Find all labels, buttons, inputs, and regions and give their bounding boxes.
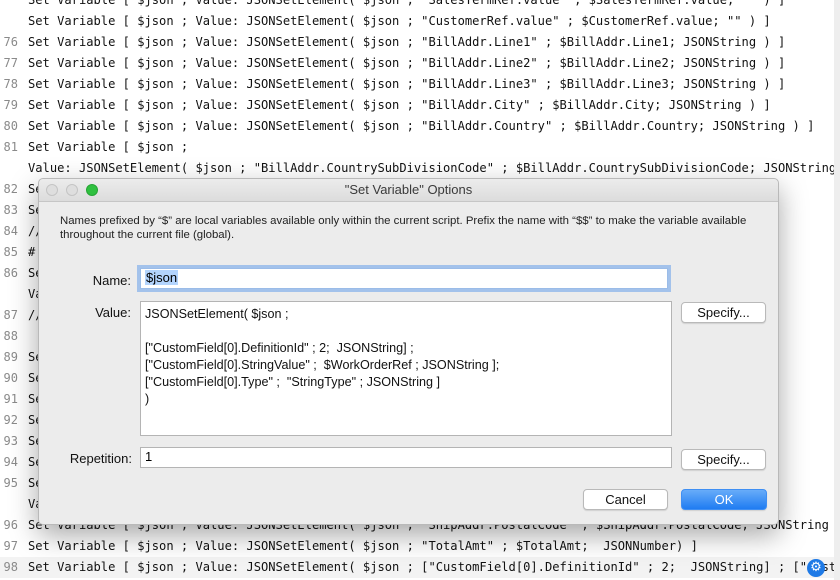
name-field[interactable]: $json (140, 268, 668, 289)
line-number: 83 (3, 203, 18, 217)
script-line[interactable]: 81 Set Variable [ $json ; (0, 137, 840, 158)
cancel-button[interactable]: Cancel (583, 489, 668, 510)
line-number: 90 (3, 371, 18, 385)
script-line[interactable]: 80 Set Variable [ $json ; Value: JSONSetE… (0, 116, 840, 137)
line-text: Set Variable [ $json ; Value: JSONSetEle… (28, 560, 840, 574)
line-number: 93 (3, 434, 18, 448)
line-number: 77 (3, 56, 18, 70)
line-text: Set Variable [ $json ; Value: JSONSetEle… (28, 119, 815, 133)
line-text: Set Variable [ $json ; Value: JSONSetEle… (28, 14, 771, 28)
line-number: 79 (3, 98, 18, 112)
script-line[interactable]: 97 Set Variable [ $json ; Value: JSONSetE… (0, 536, 840, 557)
line-number: 94 (3, 455, 18, 469)
line-number: 78 (3, 77, 18, 91)
line-text: Set Variable [ $json ; Value: JSONSetEle… (28, 77, 786, 91)
line-number: 81 (3, 140, 18, 154)
line-number: 85 (3, 245, 18, 259)
dialog-titlebar: "Set Variable" Options (39, 179, 778, 202)
script-line[interactable]: 78 Set Variable [ $json ; Value: JSONSetE… (0, 74, 840, 95)
line-number: 88 (3, 329, 18, 343)
script-line[interactable]: 76 Set Variable [ $json ; Value: JSONSetE… (0, 32, 840, 53)
line-text: Set Variable [ $json ; (28, 140, 189, 154)
script-line[interactable]: 77 Set Variable [ $json ; Value: JSONSetE… (0, 53, 840, 74)
line-text: Set Variable [ $json ; Value: JSONSetEle… (28, 0, 786, 7)
line-number: 82 (3, 182, 18, 196)
line-text: Set Variable [ $json ; Value: JSONSetEle… (28, 35, 786, 49)
script-line[interactable]: Value: JSONSetElement( $json ; "BillAddr… (0, 158, 840, 179)
line-number: 97 (3, 539, 18, 553)
value-textarea[interactable]: JSONSetElement( $json ; ["CustomField[0]… (140, 301, 672, 436)
line-number: 89 (3, 350, 18, 364)
name-label: Name: (92, 273, 131, 288)
line-number: 92 (3, 413, 18, 427)
dialog-title: "Set Variable" Options (344, 182, 473, 197)
line-text: Set Variable [ $json ; Value: JSONSetEle… (28, 56, 786, 70)
script-line[interactable]: 79 Set Variable [ $json ; Value: JSONSetE… (0, 95, 840, 116)
script-line[interactable]: 98 Set Variable [ $json ; Value: JSONSetE… (0, 557, 840, 578)
vertical-scrollbar[interactable] (834, 0, 840, 580)
repetition-field[interactable]: 1 (140, 447, 672, 468)
specify-repetition-button[interactable]: Specify... (681, 449, 766, 470)
line-number: 84 (3, 224, 18, 238)
script-line[interactable]: Set Variable [ $json ; Value: JSONSetEle… (0, 0, 840, 11)
line-text: Value: JSONSetElement( $json ; "BillAddr… (28, 161, 840, 175)
set-variable-options-dialog: "Set Variable" Options Names prefixed by… (38, 178, 779, 525)
variable-scope-hint: Names prefixed by “$” are local variable… (60, 215, 747, 242)
value-label: Value: (95, 305, 131, 320)
line-number: 91 (3, 392, 18, 406)
ok-button[interactable]: OK (681, 489, 767, 510)
script-line[interactable]: Set Variable [ $json ; Value: JSONSetEle… (0, 11, 840, 32)
line-number: 98 (3, 560, 18, 574)
line-text: Set Variable [ $json ; Value: JSONSetEle… (28, 539, 698, 553)
line-number: 96 (3, 518, 18, 532)
repetition-label: Repetition: (69, 451, 132, 466)
line-text: # (28, 245, 36, 259)
line-number: 86 (3, 266, 18, 280)
specify-value-button[interactable]: Specify... (681, 302, 766, 323)
line-number: 87 (3, 308, 18, 322)
gear-icon[interactable]: ⚙ (807, 559, 825, 577)
line-number: 76 (3, 35, 18, 49)
line-text: Set Variable [ $json ; Value: JSONSetEle… (28, 98, 771, 112)
line-number: 95 (3, 476, 18, 490)
name-value: $json (145, 270, 179, 285)
line-number: 80 (3, 119, 18, 133)
